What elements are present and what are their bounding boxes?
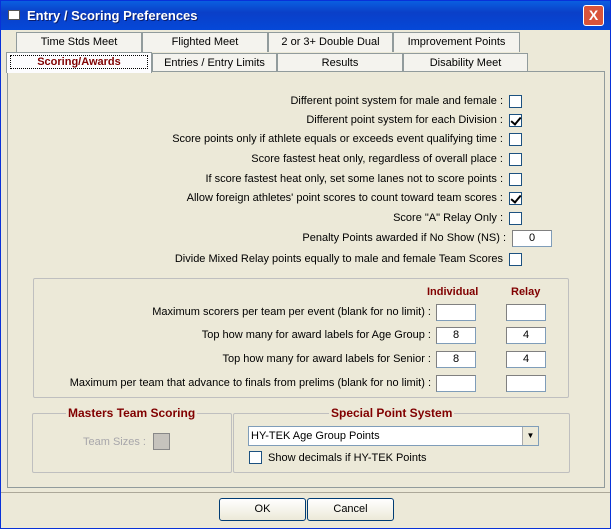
limit-row: Top how many for award labels for Age Gr… — [202, 326, 568, 344]
tab-label: Scoring/Awards — [10, 55, 148, 69]
masters-team-scoring-group: Masters Team Scoring Team Sizes : — [32, 406, 232, 473]
individual-header: Individual — [427, 286, 479, 298]
penalty-input[interactable]: 0 — [512, 229, 552, 247]
cancel-button[interactable]: Cancel — [307, 498, 394, 521]
individual-input[interactable] — [436, 303, 476, 321]
title-bar: Entry / Scoring Preferences X — [1, 1, 610, 30]
option-label: If score fastest heat only, set some lan… — [205, 173, 503, 185]
option-checkbox[interactable] — [509, 113, 522, 127]
option-label: Score "A" Relay Only : — [393, 212, 503, 224]
option-row: Score "A" Relay Only : — [393, 209, 522, 227]
option-checkbox[interactable] — [509, 152, 522, 166]
divide-mixed-checkbox[interactable] — [509, 252, 522, 266]
show-decimals-row: Show decimals if HY-TEK Points — [249, 451, 427, 464]
limit-row: Maximum per team that advance to finals … — [70, 374, 568, 392]
limit-row: Top how many for award labels for Senior… — [223, 350, 569, 368]
option-checkbox[interactable] — [509, 94, 522, 108]
show-decimals-checkbox[interactable] — [249, 451, 262, 464]
option-label: Score points only if athlete equals or e… — [172, 133, 503, 145]
limit-label: Top how many for award labels for Age Gr… — [201, 329, 431, 341]
dropdown-arrow-icon[interactable]: ▼ — [522, 427, 538, 445]
option-checkbox[interactable] — [509, 172, 522, 186]
special-title: Special Point System — [329, 406, 455, 420]
scoring-awards-panel: Different point system for male and fema… — [7, 71, 605, 488]
special-point-system-group: Special Point System HY-TEK Age Group Po… — [233, 406, 570, 473]
option-row: Score fastest heat only, regardless of o… — [251, 150, 522, 168]
limit-label: Maximum scorers per team per event (blan… — [152, 306, 431, 318]
window-title: Entry / Scoring Preferences — [27, 8, 198, 23]
individual-input[interactable]: 8 — [436, 350, 476, 368]
tab-scoring-awards[interactable]: Scoring/Awards — [6, 52, 152, 73]
limits-group: Individual Relay Maximum scorers per tea… — [33, 278, 569, 398]
option-row: If score fastest heat only, set some lan… — [205, 170, 522, 188]
option-label: Different point system for male and fema… — [290, 95, 503, 107]
ok-button[interactable]: OK — [219, 498, 306, 521]
divide-mixed-label: Divide Mixed Relay points equally to mal… — [174, 253, 503, 265]
close-button[interactable]: X — [583, 5, 604, 26]
tab-time-stds-meet[interactable]: Time Stds Meet — [16, 32, 142, 52]
tab-improvement-points[interactable]: Improvement Points — [393, 32, 520, 52]
relay-input[interactable]: 4 — [506, 350, 546, 368]
option-label: Allow foreign athletes' point scores to … — [186, 192, 503, 204]
relay-input[interactable] — [506, 303, 546, 321]
team-sizes-button[interactable] — [153, 433, 170, 450]
limit-row: Maximum scorers per team per event (blan… — [152, 303, 568, 321]
masters-title: Masters Team Scoring — [66, 406, 198, 420]
limit-label: Maximum per team that advance to finals … — [69, 377, 431, 389]
penalty-row: Penalty Points awarded if No Show (NS) :… — [302, 229, 552, 247]
tab-entries-limits[interactable]: Entries / Entry Limits — [152, 53, 277, 73]
dialog-window: Entry / Scoring Preferences X Time Stds … — [0, 0, 611, 529]
show-decimals-label: Show decimals if HY-TEK Points — [268, 451, 427, 464]
tab-results[interactable]: Results — [277, 53, 403, 73]
team-sizes-label: Team Sizes : — [83, 436, 146, 448]
tab-flighted-meet[interactable]: Flighted Meet — [142, 32, 268, 52]
individual-input[interactable] — [436, 374, 476, 392]
individual-input[interactable]: 8 — [436, 326, 476, 344]
point-system-select[interactable]: HY-TEK Age Group Points ▼ — [248, 426, 539, 446]
tab-double-dual[interactable]: 2 or 3+ Double Dual — [268, 32, 393, 52]
option-checkbox[interactable] — [509, 191, 522, 205]
divider — [1, 492, 610, 493]
option-checkbox[interactable] — [509, 132, 522, 146]
limit-label: Top how many for award labels for Senior… — [222, 353, 432, 365]
relay-input[interactable] — [506, 374, 546, 392]
option-row: Different point system for each Division… — [306, 111, 522, 129]
relay-header: Relay — [511, 286, 541, 298]
option-row: Different point system for male and fema… — [290, 92, 522, 110]
option-checkbox[interactable] — [509, 211, 522, 225]
app-icon — [8, 10, 20, 20]
point-system-value: HY-TEK Age Group Points — [251, 430, 380, 442]
relay-input[interactable]: 4 — [506, 326, 546, 344]
option-row: Allow foreign athletes' point scores to … — [187, 189, 522, 207]
tab-disability-meet[interactable]: Disability Meet — [403, 53, 528, 73]
penalty-label: Penalty Points awarded if No Show (NS) : — [302, 232, 506, 244]
option-label: Score fastest heat only, regardless of o… — [251, 153, 503, 165]
option-row: Score points only if athlete equals or e… — [172, 130, 522, 148]
option-label: Different point system for each Division… — [306, 114, 503, 126]
divide-mixed-row: Divide Mixed Relay points equally to mal… — [175, 250, 522, 268]
